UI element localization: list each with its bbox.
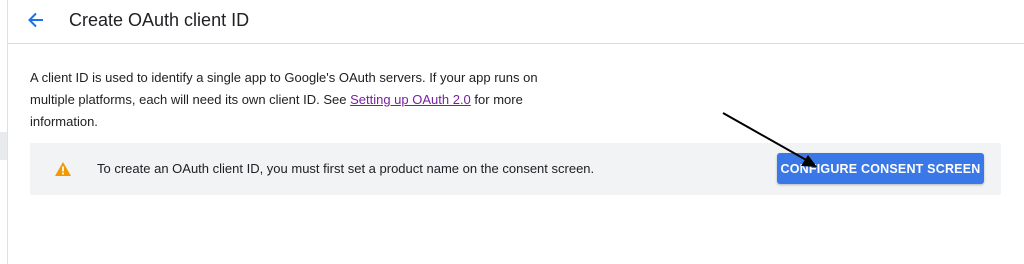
notice-message: To create an OAuth client ID, you must f…: [97, 161, 595, 176]
setting-up-oauth-link[interactable]: Setting up OAuth 2.0: [350, 92, 471, 107]
left-rail: [0, 0, 8, 264]
intro-paragraph: A client ID is used to identify a single…: [30, 67, 570, 133]
configure-consent-screen-button[interactable]: CONFIGURE CONSENT SCREEN: [777, 153, 984, 184]
back-button[interactable]: [22, 6, 50, 34]
warning-icon: [55, 162, 71, 176]
left-rail-marker: [0, 132, 7, 160]
arrow-left-icon: [28, 12, 43, 28]
page-header: Create OAuth client ID: [8, 0, 1024, 44]
consent-notice: To create an OAuth client ID, you must f…: [30, 143, 1001, 195]
page-title: Create OAuth client ID: [69, 10, 250, 30]
